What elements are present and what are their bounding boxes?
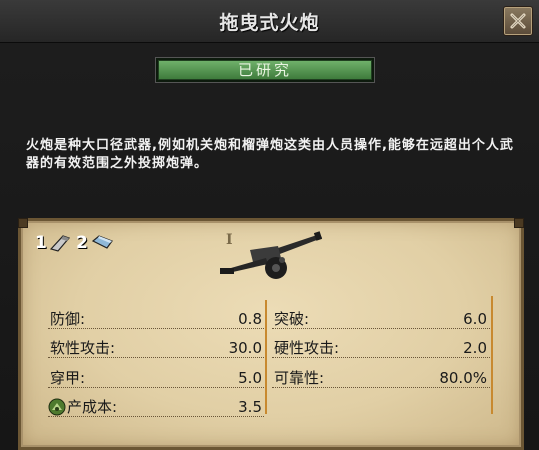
stat-label-hard-attack: 硬性攻击: (274, 339, 340, 357)
stat-value-reliability: 80.0% (439, 369, 487, 387)
stat-divider (48, 387, 264, 388)
stat-divider (48, 357, 264, 358)
stat-label-reliability: 可靠性: (274, 369, 325, 387)
tech-description: 火炮是种大口径武器,例如机关炮和榴弹炮这类由人员操作,能够在远超出个人武器的有效… (26, 138, 514, 171)
stat-divider (272, 328, 490, 329)
stat-label-soft-attack: 软性攻击: (50, 339, 116, 357)
equipment-item: 1 (35, 233, 71, 253)
panel-corner (18, 218, 28, 228)
stat-value-soft-attack: 30.0 (228, 339, 262, 357)
stat-divider (48, 328, 264, 329)
close-button[interactable] (503, 6, 533, 36)
stat-value-production-cost: 3.5 (238, 398, 262, 416)
stat-label-production-cost: 产成本: (67, 398, 118, 416)
infantry-equipment-icon (49, 235, 70, 252)
research-status: 已研究 (155, 57, 375, 83)
production-cost-icon (48, 398, 66, 416)
stat-value-defense: 0.8 (238, 310, 262, 328)
status-badge: 已研究 (158, 60, 372, 80)
stat-label-piercing: 穿甲: (50, 369, 86, 387)
stat-divider (272, 387, 490, 388)
artillery-gun-icon (220, 231, 323, 279)
column-divider (265, 300, 267, 414)
stat-value-piercing: 5.0 (238, 369, 262, 387)
tech-tooltip-window: 拖曳式火炮 已研究 火炮是种大口径武器,例如机关炮和榴弹炮这类由人员操作,能够在… (0, 0, 539, 450)
equipment-count: 2 (76, 233, 88, 253)
close-icon (510, 13, 526, 29)
stat-label-breakthrough: 突破: (274, 310, 310, 328)
column-divider (491, 296, 493, 414)
panel-corner (514, 218, 524, 228)
equipment-count: 1 (35, 233, 47, 253)
stat-label-defense: 防御: (50, 310, 86, 328)
equipment-item: 2 (76, 233, 115, 253)
stat-value-breakthrough: 6.0 (463, 310, 487, 328)
window-title: 拖曳式火炮 (219, 12, 320, 34)
stat-divider (272, 357, 490, 358)
support-equipment-icon (91, 235, 113, 249)
title-bar: 拖曳式火炮 (0, 0, 539, 43)
stat-value-hard-attack: 2.0 (463, 339, 487, 357)
stat-divider (48, 416, 264, 417)
